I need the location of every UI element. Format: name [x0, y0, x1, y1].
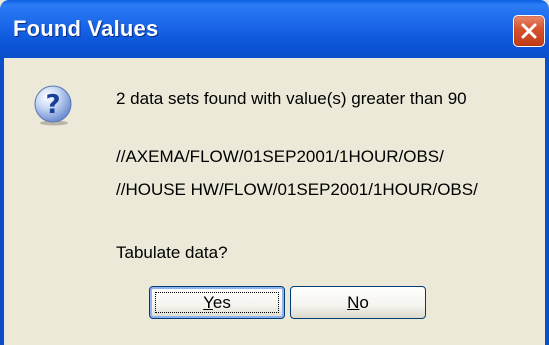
message-text: 2 data sets found with value(s) greater … — [116, 89, 467, 108]
no-button[interactable]: No — [290, 286, 426, 319]
dataset-path-1: //AXEMA/FLOW/01SEP2001/1HOUR/OBS/ — [116, 147, 444, 166]
close-icon — [521, 23, 537, 39]
yes-button-label: Yes — [203, 292, 231, 312]
window-border-left — [0, 58, 4, 345]
yes-button[interactable]: Yes — [149, 286, 285, 319]
svg-text:?: ? — [45, 90, 60, 120]
title-bar[interactable]: Found Values — [0, 0, 549, 58]
dialog-title: Found Values — [13, 16, 159, 41]
found-values-dialog: Found Values ? 2 data sets found with va… — [0, 0, 549, 345]
dataset-path-2: //HOUSE HW/FLOW/01SEP2001/1HOUR/OBS/ — [116, 180, 478, 199]
tabulate-prompt: Tabulate data? — [116, 243, 228, 262]
question-icon: ? — [34, 85, 72, 126]
no-button-label: No — [347, 292, 369, 312]
window-border-right — [545, 58, 549, 345]
close-button[interactable] — [513, 15, 545, 47]
